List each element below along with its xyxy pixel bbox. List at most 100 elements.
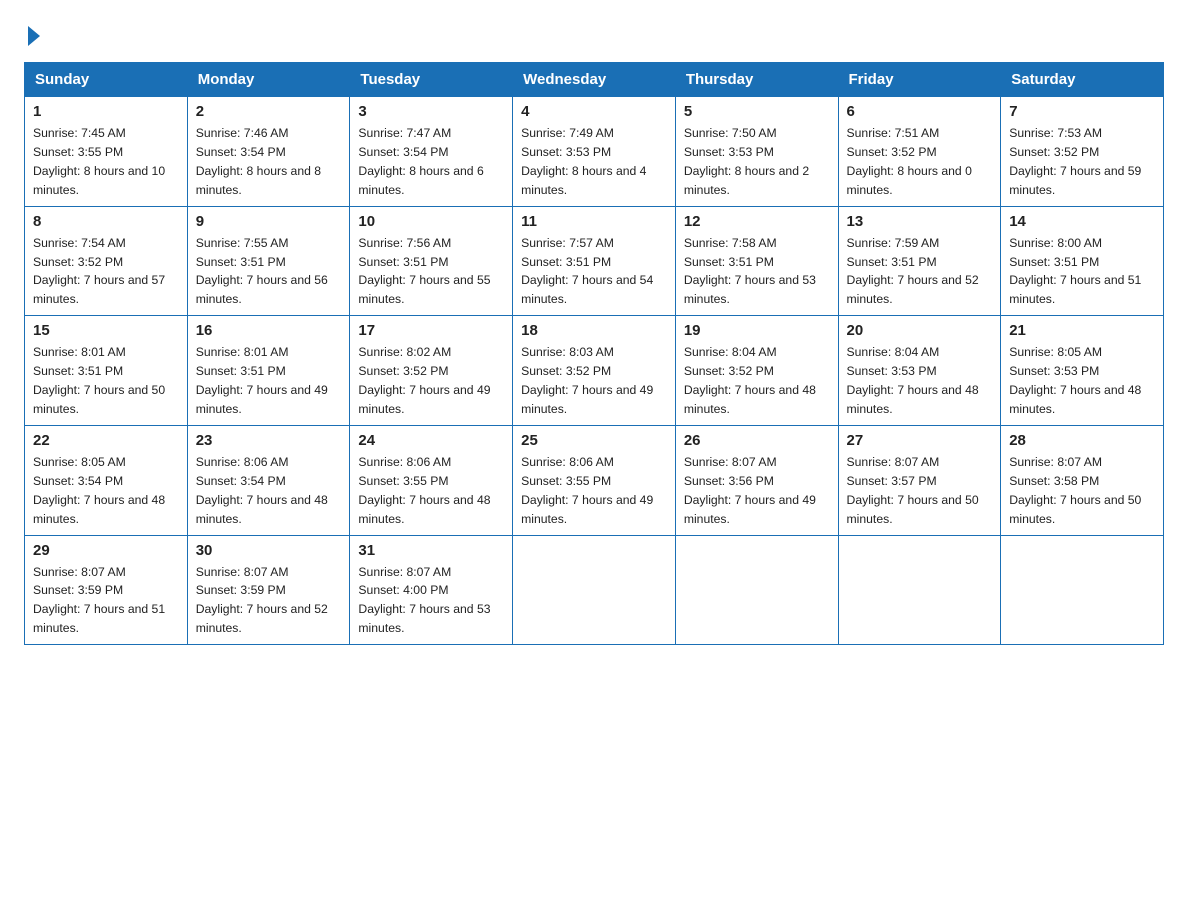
week-row-3: 15 Sunrise: 8:01 AMSunset: 3:51 PMDaylig… [25, 316, 1164, 426]
calendar-cell: 21 Sunrise: 8:05 AMSunset: 3:53 PMDaylig… [1001, 316, 1164, 426]
day-info: Sunrise: 8:07 AMSunset: 3:59 PMDaylight:… [196, 565, 328, 636]
calendar-cell: 1 Sunrise: 7:45 AMSunset: 3:55 PMDayligh… [25, 97, 188, 207]
day-info: Sunrise: 7:47 AMSunset: 3:54 PMDaylight:… [358, 126, 483, 197]
day-number: 4 [521, 103, 667, 120]
day-info: Sunrise: 8:06 AMSunset: 3:55 PMDaylight:… [521, 455, 653, 526]
day-number: 16 [196, 322, 342, 339]
week-row-2: 8 Sunrise: 7:54 AMSunset: 3:52 PMDayligh… [25, 206, 1164, 316]
weekday-header-saturday: Saturday [1001, 63, 1164, 97]
day-info: Sunrise: 8:07 AMSunset: 3:57 PMDaylight:… [847, 455, 979, 526]
day-number: 2 [196, 103, 342, 120]
calendar-cell: 5 Sunrise: 7:50 AMSunset: 3:53 PMDayligh… [675, 97, 838, 207]
day-number: 15 [33, 322, 179, 339]
calendar-cell: 8 Sunrise: 7:54 AMSunset: 3:52 PMDayligh… [25, 206, 188, 316]
day-info: Sunrise: 7:50 AMSunset: 3:53 PMDaylight:… [684, 126, 809, 197]
calendar-cell: 7 Sunrise: 7:53 AMSunset: 3:52 PMDayligh… [1001, 97, 1164, 207]
calendar-cell: 15 Sunrise: 8:01 AMSunset: 3:51 PMDaylig… [25, 316, 188, 426]
calendar-cell [675, 535, 838, 645]
calendar-cell: 30 Sunrise: 8:07 AMSunset: 3:59 PMDaylig… [187, 535, 350, 645]
day-number: 12 [684, 213, 830, 230]
day-number: 13 [847, 213, 993, 230]
day-info: Sunrise: 7:45 AMSunset: 3:55 PMDaylight:… [33, 126, 165, 197]
day-number: 7 [1009, 103, 1155, 120]
day-info: Sunrise: 8:05 AMSunset: 3:53 PMDaylight:… [1009, 345, 1141, 416]
day-number: 19 [684, 322, 830, 339]
calendar-cell: 4 Sunrise: 7:49 AMSunset: 3:53 PMDayligh… [513, 97, 676, 207]
weekday-header-row: SundayMondayTuesdayWednesdayThursdayFrid… [25, 63, 1164, 97]
day-number: 31 [358, 542, 504, 559]
calendar-cell: 22 Sunrise: 8:05 AMSunset: 3:54 PMDaylig… [25, 425, 188, 535]
calendar-cell: 18 Sunrise: 8:03 AMSunset: 3:52 PMDaylig… [513, 316, 676, 426]
calendar-cell: 19 Sunrise: 8:04 AMSunset: 3:52 PMDaylig… [675, 316, 838, 426]
calendar-table: SundayMondayTuesdayWednesdayThursdayFrid… [24, 62, 1164, 645]
calendar-cell: 6 Sunrise: 7:51 AMSunset: 3:52 PMDayligh… [838, 97, 1001, 207]
day-number: 24 [358, 432, 504, 449]
weekday-header-monday: Monday [187, 63, 350, 97]
day-number: 25 [521, 432, 667, 449]
weekday-header-sunday: Sunday [25, 63, 188, 97]
day-info: Sunrise: 7:59 AMSunset: 3:51 PMDaylight:… [847, 236, 979, 307]
day-number: 21 [1009, 322, 1155, 339]
logo-arrow-icon [28, 26, 40, 46]
day-info: Sunrise: 8:04 AMSunset: 3:52 PMDaylight:… [684, 345, 816, 416]
day-number: 10 [358, 213, 504, 230]
day-number: 26 [684, 432, 830, 449]
day-number: 29 [33, 542, 179, 559]
day-info: Sunrise: 8:07 AMSunset: 4:00 PMDaylight:… [358, 565, 490, 636]
logo [24, 24, 40, 46]
calendar-cell: 3 Sunrise: 7:47 AMSunset: 3:54 PMDayligh… [350, 97, 513, 207]
calendar-cell: 26 Sunrise: 8:07 AMSunset: 3:56 PMDaylig… [675, 425, 838, 535]
calendar-cell: 23 Sunrise: 8:06 AMSunset: 3:54 PMDaylig… [187, 425, 350, 535]
weekday-header-friday: Friday [838, 63, 1001, 97]
day-number: 5 [684, 103, 830, 120]
calendar-cell: 29 Sunrise: 8:07 AMSunset: 3:59 PMDaylig… [25, 535, 188, 645]
calendar-cell: 28 Sunrise: 8:07 AMSunset: 3:58 PMDaylig… [1001, 425, 1164, 535]
day-number: 18 [521, 322, 667, 339]
calendar-cell: 10 Sunrise: 7:56 AMSunset: 3:51 PMDaylig… [350, 206, 513, 316]
weekday-header-thursday: Thursday [675, 63, 838, 97]
day-info: Sunrise: 7:53 AMSunset: 3:52 PMDaylight:… [1009, 126, 1141, 197]
day-number: 17 [358, 322, 504, 339]
day-info: Sunrise: 8:03 AMSunset: 3:52 PMDaylight:… [521, 345, 653, 416]
calendar-cell: 2 Sunrise: 7:46 AMSunset: 3:54 PMDayligh… [187, 97, 350, 207]
day-info: Sunrise: 8:07 AMSunset: 3:56 PMDaylight:… [684, 455, 816, 526]
day-info: Sunrise: 8:01 AMSunset: 3:51 PMDaylight:… [196, 345, 328, 416]
day-number: 11 [521, 213, 667, 230]
day-info: Sunrise: 7:58 AMSunset: 3:51 PMDaylight:… [684, 236, 816, 307]
calendar-cell: 17 Sunrise: 8:02 AMSunset: 3:52 PMDaylig… [350, 316, 513, 426]
calendar-cell: 14 Sunrise: 8:00 AMSunset: 3:51 PMDaylig… [1001, 206, 1164, 316]
calendar-cell: 12 Sunrise: 7:58 AMSunset: 3:51 PMDaylig… [675, 206, 838, 316]
day-number: 8 [33, 213, 179, 230]
day-info: Sunrise: 8:04 AMSunset: 3:53 PMDaylight:… [847, 345, 979, 416]
week-row-1: 1 Sunrise: 7:45 AMSunset: 3:55 PMDayligh… [25, 97, 1164, 207]
calendar-cell [838, 535, 1001, 645]
day-number: 30 [196, 542, 342, 559]
calendar-cell [1001, 535, 1164, 645]
day-number: 23 [196, 432, 342, 449]
calendar-cell: 31 Sunrise: 8:07 AMSunset: 4:00 PMDaylig… [350, 535, 513, 645]
weekday-header-wednesday: Wednesday [513, 63, 676, 97]
page-header [24, 24, 1164, 46]
day-number: 9 [196, 213, 342, 230]
day-number: 20 [847, 322, 993, 339]
day-info: Sunrise: 7:55 AMSunset: 3:51 PMDaylight:… [196, 236, 328, 307]
calendar-cell: 24 Sunrise: 8:06 AMSunset: 3:55 PMDaylig… [350, 425, 513, 535]
calendar-cell [513, 535, 676, 645]
day-number: 14 [1009, 213, 1155, 230]
day-info: Sunrise: 7:46 AMSunset: 3:54 PMDaylight:… [196, 126, 321, 197]
day-number: 27 [847, 432, 993, 449]
day-info: Sunrise: 7:56 AMSunset: 3:51 PMDaylight:… [358, 236, 490, 307]
day-info: Sunrise: 8:06 AMSunset: 3:55 PMDaylight:… [358, 455, 490, 526]
day-number: 28 [1009, 432, 1155, 449]
calendar-cell: 16 Sunrise: 8:01 AMSunset: 3:51 PMDaylig… [187, 316, 350, 426]
day-number: 6 [847, 103, 993, 120]
day-info: Sunrise: 8:07 AMSunset: 3:59 PMDaylight:… [33, 565, 165, 636]
day-info: Sunrise: 7:57 AMSunset: 3:51 PMDaylight:… [521, 236, 653, 307]
day-info: Sunrise: 8:00 AMSunset: 3:51 PMDaylight:… [1009, 236, 1141, 307]
week-row-5: 29 Sunrise: 8:07 AMSunset: 3:59 PMDaylig… [25, 535, 1164, 645]
day-info: Sunrise: 8:02 AMSunset: 3:52 PMDaylight:… [358, 345, 490, 416]
day-number: 3 [358, 103, 504, 120]
calendar-cell: 13 Sunrise: 7:59 AMSunset: 3:51 PMDaylig… [838, 206, 1001, 316]
day-info: Sunrise: 8:07 AMSunset: 3:58 PMDaylight:… [1009, 455, 1141, 526]
day-info: Sunrise: 7:54 AMSunset: 3:52 PMDaylight:… [33, 236, 165, 307]
